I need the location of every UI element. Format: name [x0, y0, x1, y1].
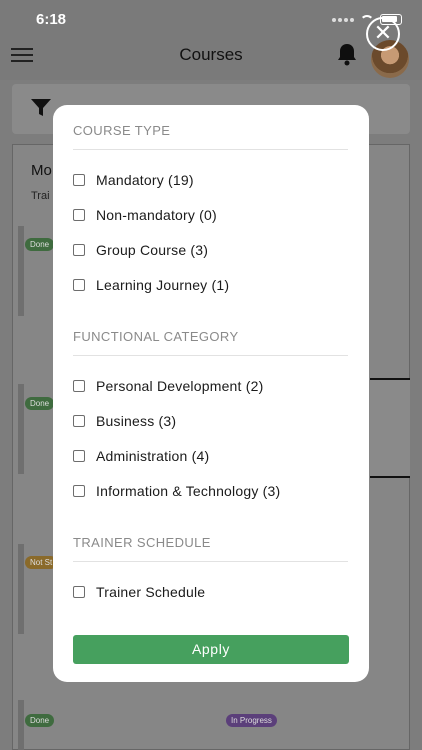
section-title-course-type: COURSE TYPE	[73, 123, 171, 138]
filter-icon[interactable]	[30, 98, 52, 124]
checkbox[interactable]	[73, 485, 85, 497]
option-trainer-schedule[interactable]: Trainer Schedule	[73, 583, 205, 601]
option-information-technology[interactable]: Information & Technology (3)	[73, 482, 280, 500]
option-label: Trainer Schedule	[96, 584, 206, 600]
option-label: Group Course (3)	[96, 242, 209, 258]
status-bar: 6:18	[0, 0, 422, 40]
signal-icon	[332, 17, 354, 22]
section-title-trainer-schedule: TRAINER SCHEDULE	[73, 535, 211, 550]
option-mandatory[interactable]: Mandatory (19)	[73, 171, 194, 189]
option-label: Learning Journey (1)	[96, 277, 230, 293]
divider	[73, 149, 348, 150]
status-time: 6:18	[36, 11, 67, 28]
close-icon[interactable]: ✕	[366, 17, 400, 51]
option-label: Information & Technology (3)	[96, 483, 281, 499]
status-badge: Done	[25, 714, 55, 727]
option-business[interactable]: Business (3)	[73, 412, 176, 430]
option-label: Mandatory (19)	[96, 172, 194, 188]
status-badge: Done	[25, 397, 55, 410]
course-list-heading: Mo	[31, 162, 52, 179]
section-title-functional-category: FUNCTIONAL CATEGORY	[73, 329, 239, 344]
status-badge: In Progress	[226, 714, 277, 727]
checkbox[interactable]	[73, 586, 85, 598]
option-label: Administration (4)	[96, 448, 210, 464]
filter-modal: COURSE TYPE Mandatory (19) Non-mandatory…	[53, 105, 369, 682]
checkbox[interactable]	[73, 174, 85, 186]
course-thumbnail[interactable]	[18, 700, 400, 750]
option-group-course[interactable]: Group Course (3)	[73, 241, 208, 259]
option-label: Business (3)	[96, 413, 177, 429]
bell-icon[interactable]	[336, 42, 358, 72]
status-badge: Done	[25, 238, 55, 251]
divider	[73, 561, 348, 562]
checkbox[interactable]	[73, 209, 85, 221]
option-learning-journey[interactable]: Learning Journey (1)	[73, 276, 229, 294]
option-non-mandatory[interactable]: Non-mandatory (0)	[73, 206, 217, 224]
option-label: Non-mandatory (0)	[96, 207, 217, 223]
checkbox[interactable]	[73, 380, 85, 392]
course-thumbnail-edge	[370, 378, 410, 478]
option-label: Personal Development (2)	[96, 378, 264, 394]
checkbox[interactable]	[73, 279, 85, 291]
course-list-subheading: Trai	[31, 190, 50, 202]
option-administration[interactable]: Administration (4)	[73, 447, 209, 465]
checkbox[interactable]	[73, 244, 85, 256]
apply-button[interactable]: Apply	[73, 635, 349, 664]
page-title: Courses	[179, 45, 243, 64]
divider	[73, 355, 348, 356]
checkbox[interactable]	[73, 450, 85, 462]
checkbox[interactable]	[73, 415, 85, 427]
option-personal-development[interactable]: Personal Development (2)	[73, 377, 263, 395]
